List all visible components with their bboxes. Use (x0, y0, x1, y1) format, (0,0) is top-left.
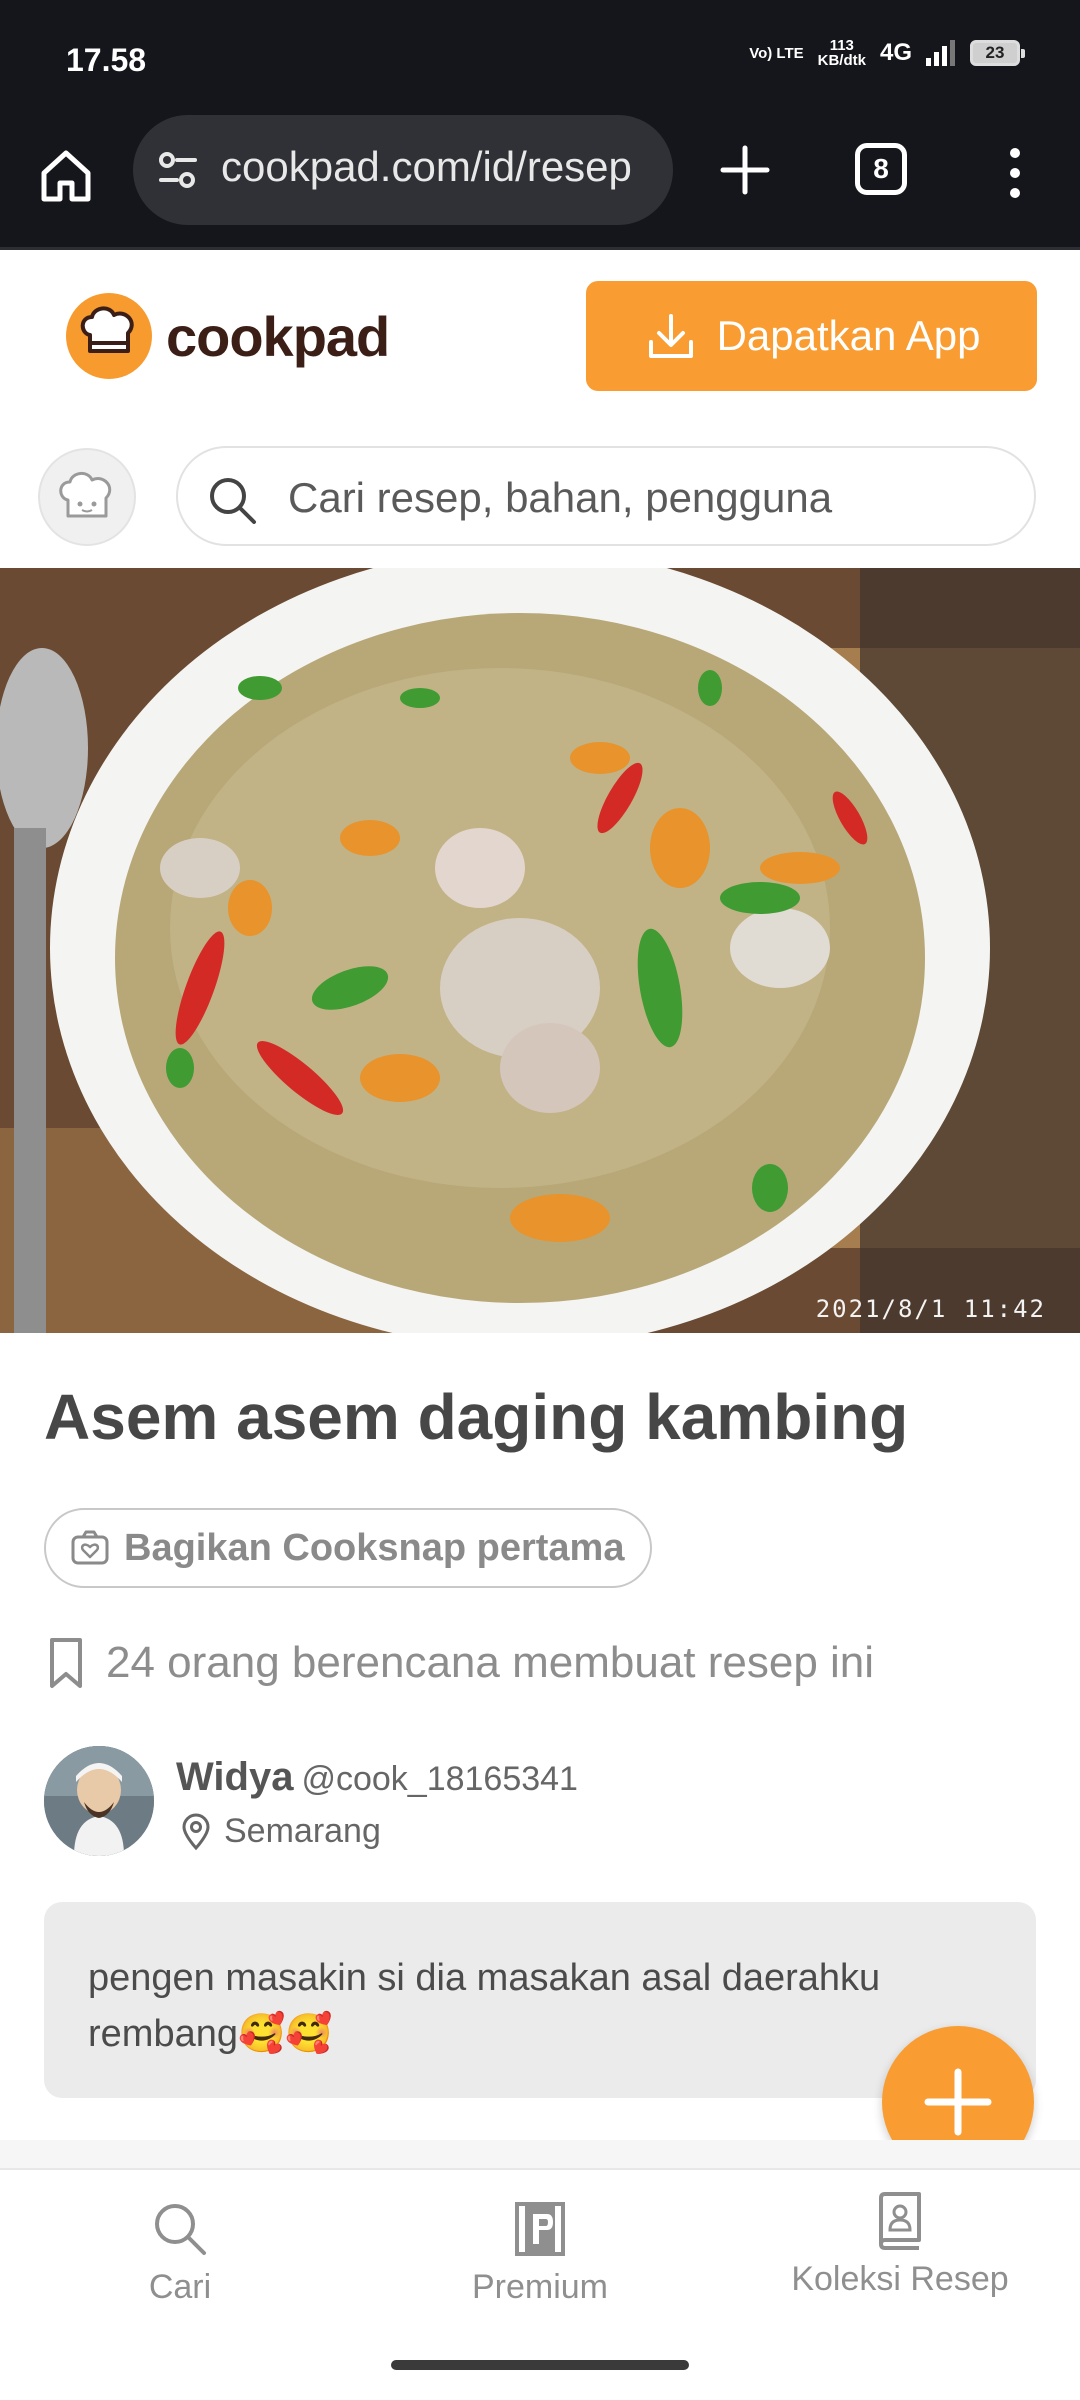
get-app-button[interactable]: Dapatkan App (586, 281, 1037, 391)
tabs-icon[interactable]: 8 (855, 143, 907, 195)
nav-cari[interactable]: Cari (50, 2200, 310, 2307)
search-bar[interactable] (176, 446, 1036, 546)
home-icon[interactable] (34, 143, 98, 207)
location-text: Semarang (224, 1812, 381, 1850)
network-gen: 4G (879, 39, 912, 66)
logo-text: cookpad (166, 304, 390, 368)
nav-koleksi-resep[interactable]: Koleksi Resep (770, 2192, 1030, 2299)
soup-bowl-image (0, 568, 1080, 1333)
network-type: Vo) LTE (749, 44, 804, 62)
camera-heart-icon (71, 1530, 109, 1565)
photo-timestamp: 2021/8/1 11:42 (815, 1295, 1046, 1323)
planning-text: 24 orang berencana membuat resep ini (106, 1638, 875, 1687)
recipe-photo[interactable]: 2021/8/1 11:42 (0, 568, 1080, 1333)
bookmark-icon (50, 1638, 82, 1688)
data-speed-value: 113 (829, 37, 854, 54)
search-icon (155, 2204, 206, 2255)
premium-icon (515, 2202, 565, 2256)
data-speed-unit: KB/dtk (817, 52, 866, 69)
author-name[interactable]: Widya (176, 1755, 293, 1799)
chef-hat-logo-icon (66, 293, 152, 379)
nav-premium[interactable]: Premium (410, 2200, 670, 2307)
planning-count: 24 orang berencana membuat resep ini (44, 1636, 874, 1690)
author-name-row[interactable]: Widya @cook_18165341 (176, 1755, 578, 1800)
cookpad-logo[interactable]: cookpad (66, 293, 390, 379)
new-tab-icon[interactable] (715, 140, 775, 200)
search-input[interactable] (288, 470, 988, 526)
user-avatar-icon[interactable] (38, 448, 136, 546)
collection-icon (879, 2192, 921, 2250)
nav-cari-label: Cari (148, 2268, 212, 2306)
url-text[interactable]: cookpad.com/id/resep (221, 143, 651, 191)
author-location: Semarang (180, 1812, 381, 1851)
nav-premium-label: Premium (471, 2268, 609, 2306)
status-icons: Vo) LTE 113 KB/dtk 4G 23 (749, 38, 1025, 68)
location-pin-icon (182, 1813, 210, 1850)
signal-icon (926, 40, 955, 66)
share-cooksnap-button[interactable]: Bagikan Cooksnap pertama (44, 1508, 653, 1588)
battery-indicator: 23 (970, 40, 1025, 66)
search-icon (210, 478, 256, 524)
recipe-title: Asem asem daging kambing (44, 1381, 909, 1453)
url-bar[interactable]: cookpad.com/id/resep (133, 115, 673, 225)
status-time: 17.58 (66, 42, 147, 78)
cooksnap-label: Bagikan Cooksnap pertama (124, 1526, 625, 1569)
data-speed: 113 KB/dtk (818, 38, 866, 68)
more-menu-icon[interactable] (990, 143, 1040, 203)
author-handle[interactable]: @cook_18165341 (301, 1760, 578, 1798)
site-settings-icon[interactable] (153, 145, 203, 195)
download-icon (648, 314, 693, 358)
status-bar: 17.58 Vo) LTE 113 KB/dtk 4G 23 (0, 0, 1080, 115)
author-avatar[interactable] (44, 1746, 154, 1856)
get-app-label: Dapatkan App (716, 312, 981, 359)
home-indicator[interactable] (391, 2360, 689, 2370)
browser-toolbar: cookpad.com/id/resep 8 (0, 115, 1080, 250)
bottom-divider (0, 2140, 1080, 2168)
nav-koleksi-label: Koleksi Resep (791, 2260, 1009, 2298)
